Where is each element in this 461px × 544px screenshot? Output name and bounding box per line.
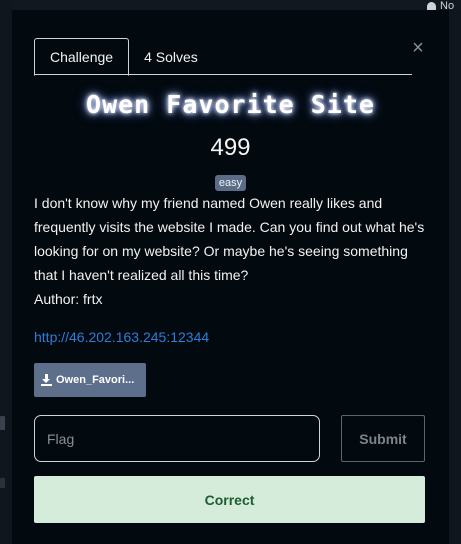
- difficulty-badge: easy: [214, 175, 247, 191]
- challenge-points: 499: [210, 134, 251, 161]
- top-navbar: [0, 0, 461, 10]
- download-icon: [41, 374, 52, 386]
- background-right-edge: [449, 10, 461, 544]
- difficulty-badge-wrap: easy: [12, 173, 449, 191]
- modal-tabs: Challenge 4 Solves: [34, 38, 412, 76]
- file-label: Owen_Favori...: [56, 374, 135, 386]
- challenge-title: Owen Favorite Site: [86, 90, 375, 119]
- download-file-button[interactable]: Owen_Favori...: [34, 363, 146, 397]
- challenge-modal: Challenge 4 Solves × Owen Favorite Site …: [12, 10, 449, 544]
- challenge-description: I don't know why my friend named Owen re…: [34, 195, 425, 283]
- flag-input[interactable]: [34, 415, 320, 462]
- tab-challenge[interactable]: Challenge: [34, 38, 130, 76]
- challenge-author: Author: frtx: [34, 291, 103, 307]
- submit-button[interactable]: Submit: [341, 415, 425, 462]
- background-left-edge: [0, 0, 12, 544]
- result-message: Correct: [34, 476, 425, 523]
- background-element: [0, 478, 5, 488]
- close-icon[interactable]: ×: [410, 38, 426, 58]
- tab-solves[interactable]: 4 Solves: [129, 38, 213, 75]
- background-element: [0, 416, 5, 430]
- challenge-link[interactable]: http://46.202.163.245:12344: [34, 329, 209, 345]
